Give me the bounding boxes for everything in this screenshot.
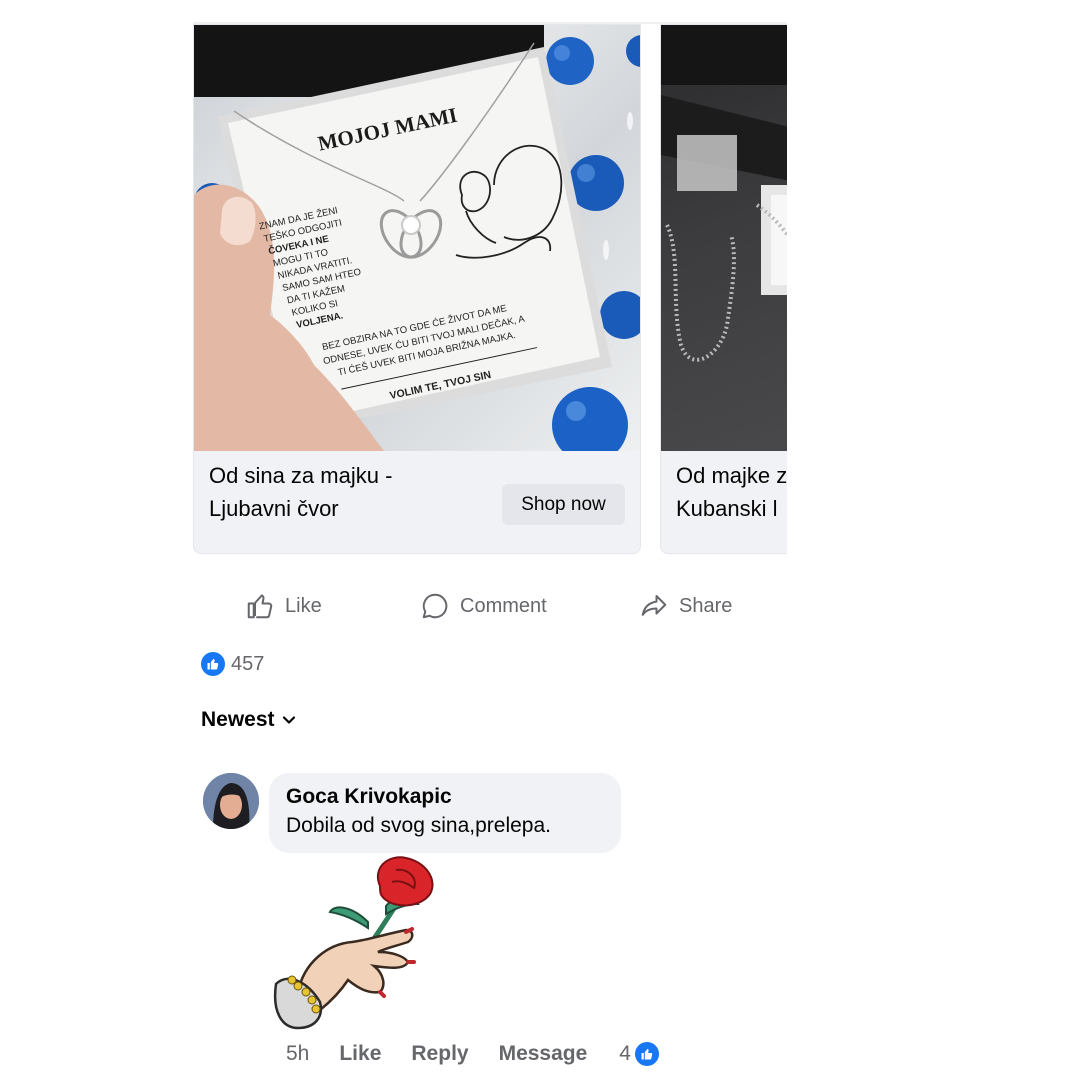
reaction-count: 457 <box>231 652 265 675</box>
comment-sort-dropdown[interactable]: Newest <box>201 708 297 732</box>
card-title-2[interactable]: Od majke z Kubanski l <box>676 459 787 525</box>
card-title-1-line-2: Ljubavni čvor <box>209 496 339 521</box>
rose-icon <box>273 856 434 1030</box>
thumbs-up-icon <box>247 594 273 619</box>
like-reaction-icon <box>201 652 225 676</box>
avatar[interactable] <box>203 773 259 829</box>
product-photo-2[interactable] <box>661 25 787 451</box>
rose-hand-sticker <box>268 852 440 1030</box>
like-button[interactable]: Like <box>245 584 322 628</box>
share-button[interactable]: Share <box>639 584 732 628</box>
comment-meta-bar: 5h Like Reply Message 4 <box>286 1036 659 1072</box>
card-title-1-line-1: Od sina za majku - <box>209 463 393 488</box>
comment-reaction-summary[interactable]: 4 <box>619 1042 659 1066</box>
carousel-card-1[interactable]: MOJOJ MAMI ZNAM DA JE ŽENI TEŠKO ODGOJIT… <box>193 24 641 554</box>
necklace-gift-box-illustration: MOJOJ MAMI ZNAM DA JE ŽENI TEŠKO ODGOJIT… <box>194 25 640 451</box>
share-arrow-icon <box>641 595 667 616</box>
carousel-card-2[interactable]: Od majke z Kubanski l <box>660 24 787 554</box>
shop-now-button[interactable]: Shop now <box>502 484 625 525</box>
chain-necklace-illustration <box>661 25 787 362</box>
comment-author[interactable]: Goca Krivokapic <box>286 783 604 811</box>
comment-label: Comment <box>460 594 547 617</box>
product-carousel[interactable]: MOJOJ MAMI ZNAM DA JE ŽENI TEŠKO ODGOJIT… <box>193 24 787 556</box>
card-title-2-line-1: Od majke z <box>676 463 787 488</box>
share-label: Share <box>679 594 733 617</box>
sort-label: Newest <box>201 708 275 731</box>
post-actions-bar: Like Comment Share <box>193 584 787 628</box>
comment-timestamp[interactable]: 5h <box>286 1042 309 1066</box>
like-reaction-icon <box>634 1042 659 1066</box>
chevron-down-icon <box>282 716 295 724</box>
comment-bubble[interactable]: Goca Krivokapic Dobila od svog sina,prel… <box>269 773 621 853</box>
comment-text: Dobila od svog sina,prelepa. <box>286 814 552 837</box>
comment-like-button[interactable]: Like <box>339 1042 381 1066</box>
comment-message-button[interactable]: Message <box>499 1042 588 1066</box>
comment-reaction-count: 4 <box>619 1042 631 1065</box>
card-title-2-line-2: Kubanski l <box>676 496 778 521</box>
comment-bubble-icon <box>422 593 448 619</box>
card-title-1[interactable]: Od sina za majku - Ljubavni čvor <box>209 459 392 525</box>
reaction-summary[interactable]: 457 <box>201 652 264 676</box>
comment-button[interactable]: Comment <box>420 584 547 628</box>
like-label: Like <box>285 594 322 617</box>
comment-reply-button[interactable]: Reply <box>411 1042 468 1066</box>
profile-photo <box>203 773 259 829</box>
product-photo-1[interactable]: MOJOJ MAMI ZNAM DA JE ŽENI TEŠKO ODGOJIT… <box>194 25 640 451</box>
